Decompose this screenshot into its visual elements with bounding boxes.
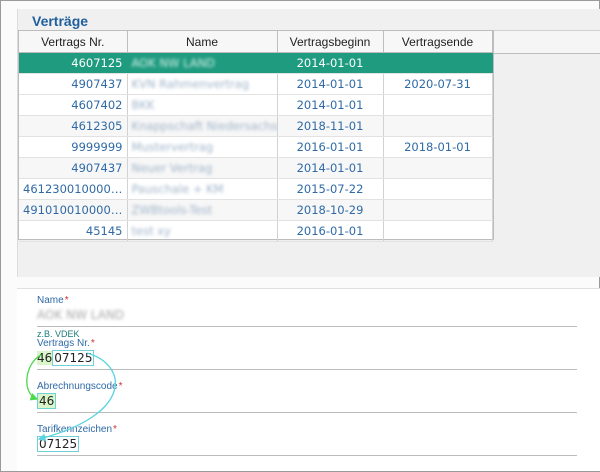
arrow-prefix-to-abrechnungscode bbox=[26, 354, 42, 401]
column-header-vertragsbeginn[interactable]: Vertragsbeginn bbox=[277, 31, 384, 53]
cell-name-text: Neuer Vertrag bbox=[131, 161, 213, 175]
cell-name: Mustervertrag bbox=[127, 136, 278, 158]
cell-begin: 2015-07-22 bbox=[277, 178, 384, 200]
cell-name-text: Mustervertrag bbox=[131, 140, 214, 154]
cell-name-text: BKK bbox=[131, 98, 155, 112]
cell-nr: 4612305 bbox=[19, 115, 128, 137]
mapping-arrows bbox=[26, 352, 116, 442]
cell-name: KVN Rahmenvertrag bbox=[127, 73, 278, 95]
cell-name-text: test xy bbox=[131, 224, 171, 238]
cell-name: AOK NW LAND bbox=[127, 52, 278, 74]
column-header-name[interactable]: Name bbox=[127, 31, 278, 53]
table-row[interactable]: 4607125 AOK NW LAND 2014-01-01 bbox=[19, 52, 493, 74]
cell-begin: 2014-01-01 bbox=[277, 52, 384, 74]
cell-name: BKK bbox=[127, 94, 278, 116]
arrow-rest-to-tarifkennzeichen bbox=[37, 352, 116, 442]
table-row[interactable]: 4910100100000... ZWBtools-Test 2018-10-2… bbox=[19, 199, 493, 221]
cell-name-text: Knappschaft Niedersachsen bbox=[131, 119, 277, 133]
cell-nr: 4910100100000... bbox=[19, 199, 128, 221]
cell-name: Neuer Vertrag bbox=[127, 157, 278, 179]
cell-name: ZWBtools-Test bbox=[127, 199, 278, 221]
cell-end bbox=[383, 115, 493, 137]
contracts-panel: Verträge Vertrags Nr. Name Vertragsbegin… bbox=[17, 9, 600, 277]
panel-title: Verträge bbox=[32, 13, 89, 29]
cell-begin: 2014-01-01 bbox=[277, 157, 384, 179]
table-row[interactable]: 4612305 Knappschaft Niedersachsen 2018-1… bbox=[19, 115, 493, 137]
cell-nr: 4607125 bbox=[19, 52, 128, 74]
cell-end bbox=[383, 178, 493, 200]
cell-nr: 4607402 bbox=[19, 94, 128, 116]
cell-nr: 45145 bbox=[19, 220, 128, 242]
cell-begin: 2016-01-01 bbox=[277, 220, 384, 242]
cell-end bbox=[383, 199, 493, 221]
cell-begin: 2014-01-01 bbox=[277, 94, 384, 116]
column-header-vertrags-nr[interactable]: Vertrags Nr. bbox=[19, 31, 128, 53]
contract-detail-form: Name* AOK NW LAND z.B. VDEK Vertrags Nr.… bbox=[17, 288, 600, 471]
column-header-vertragsende[interactable]: Vertragsende bbox=[383, 31, 493, 53]
cell-begin: 2016-01-01 bbox=[277, 136, 384, 158]
cell-end bbox=[383, 52, 493, 74]
table-row[interactable]: 4907437 Neuer Vertrag 2014-01-01 bbox=[19, 157, 493, 179]
table-row[interactable]: 4612300100000... Pauschale + KM 2015-07-… bbox=[19, 178, 493, 200]
cell-end: 2018-01-01 bbox=[383, 136, 493, 158]
cell-name-text: Pauschale + KM bbox=[131, 182, 224, 196]
cell-begin: 2018-10-29 bbox=[277, 199, 384, 221]
table-row[interactable]: 9999999 Mustervertrag 2016-01-01 2018-01… bbox=[19, 136, 493, 158]
cell-end bbox=[383, 94, 493, 116]
cell-end bbox=[383, 220, 493, 242]
table-row[interactable]: 4607402 BKK 2014-01-01 bbox=[19, 94, 493, 116]
table-header-filler bbox=[492, 30, 600, 54]
cell-name-text: AOK NW LAND bbox=[131, 56, 216, 70]
table-header-row: Vertrags Nr. Name Vertragsbeginn Vertrag… bbox=[19, 31, 493, 53]
cell-name: Pauschale + KM bbox=[127, 178, 278, 200]
cell-nr: 4907437 bbox=[19, 73, 128, 95]
cell-nr: 9999999 bbox=[19, 136, 128, 158]
cell-end bbox=[383, 157, 493, 179]
cell-name: Knappschaft Niedersachsen bbox=[127, 115, 278, 137]
cell-begin: 2014-01-01 bbox=[277, 73, 384, 95]
contracts-table: Vertrags Nr. Name Vertragsbeginn Vertrag… bbox=[18, 30, 494, 242]
cell-end: 2020-07-31 bbox=[383, 73, 493, 95]
cell-name-text: KVN Rahmenvertrag bbox=[131, 77, 250, 91]
cell-begin: 2018-11-01 bbox=[277, 115, 384, 137]
cell-name-text: ZWBtools-Test bbox=[131, 203, 213, 217]
cell-nr: 4907437 bbox=[19, 157, 128, 179]
cell-nr: 4612300100000... bbox=[19, 178, 128, 200]
cell-name: test xy bbox=[127, 220, 278, 242]
table-row[interactable]: 45145 test xy 2016-01-01 bbox=[19, 220, 493, 242]
table-row[interactable]: 4907437 KVN Rahmenvertrag 2014-01-01 202… bbox=[19, 73, 493, 95]
